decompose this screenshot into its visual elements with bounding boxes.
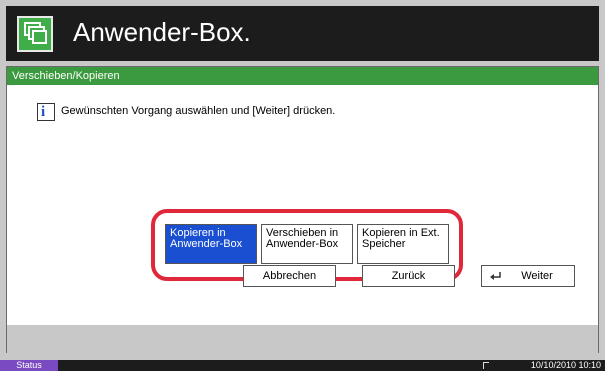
- status-bar: Status 10/10/2010 10:10: [0, 360, 605, 371]
- footer-bar: [7, 325, 598, 353]
- move-to-user-box-button[interactable]: Verschieben in Anwender-Box: [261, 224, 353, 264]
- back-button[interactable]: Zurück: [362, 265, 455, 287]
- option-label: Kopieren in Ext. Speicher: [362, 227, 440, 250]
- status-indicator-icon: [483, 362, 489, 369]
- screen-frame: Anwender-Box. Verschieben/Kopieren i Gew…: [0, 0, 605, 371]
- move-copy-panel: Verschieben/Kopieren i Gewünschten Vorga…: [6, 66, 599, 353]
- app-header: Anwender-Box.: [6, 6, 599, 61]
- copy-to-ext-storage-button[interactable]: Kopieren in Ext. Speicher: [357, 224, 449, 264]
- copy-to-user-box-button[interactable]: Kopieren in Anwender-Box: [165, 224, 257, 264]
- app-title: Anwender-Box.: [73, 17, 251, 47]
- panel-tab-title: Verschieben/Kopieren: [7, 67, 598, 85]
- info-icon: i: [37, 103, 55, 121]
- enter-arrow-icon: [490, 272, 501, 280]
- status-datetime: 10/10/2010 10:10: [530, 360, 601, 370]
- next-label: Weiter: [521, 270, 553, 282]
- option-label: Kopieren in Anwender-Box: [170, 227, 243, 250]
- cancel-button[interactable]: Abbrechen: [243, 265, 336, 287]
- status-button[interactable]: Status: [0, 360, 58, 371]
- info-glyph: i: [41, 104, 46, 120]
- instruction-text: Gewünschten Vorgang auswählen und [Weite…: [61, 105, 336, 117]
- option-label: Verschieben in Anwender-Box: [266, 227, 339, 250]
- boxes-icon: [17, 16, 53, 52]
- next-button[interactable]: Weiter: [481, 265, 575, 287]
